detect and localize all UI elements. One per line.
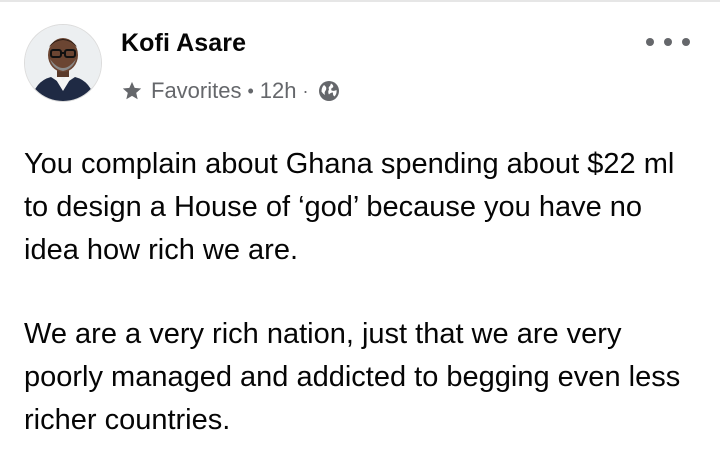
star-icon <box>121 80 143 102</box>
post-paragraph: You complain about Ghana spending about … <box>24 148 675 266</box>
meta-separator: • <box>247 80 254 101</box>
globe-icon[interactable] <box>317 79 341 103</box>
post-meta: Favorites • 12h · <box>121 76 341 106</box>
avatar[interactable] <box>24 24 102 102</box>
post-timestamp[interactable]: 12h <box>260 78 297 104</box>
avatar-photo <box>25 25 101 101</box>
time-separator: · <box>302 80 309 101</box>
more-options-icon <box>646 38 654 46</box>
post-text: You complain about Ghana spending about … <box>24 143 700 442</box>
more-options-icon <box>664 38 672 46</box>
post-header: Kofi Asare Favorites • 12h · <box>0 0 720 120</box>
more-options-button[interactable] <box>646 30 690 54</box>
audience-label[interactable]: Favorites <box>151 78 241 104</box>
post-paragraph: We are a very rich nation, just that we … <box>24 318 681 436</box>
author-name[interactable]: Kofi Asare <box>121 29 246 58</box>
more-options-icon <box>682 38 690 46</box>
